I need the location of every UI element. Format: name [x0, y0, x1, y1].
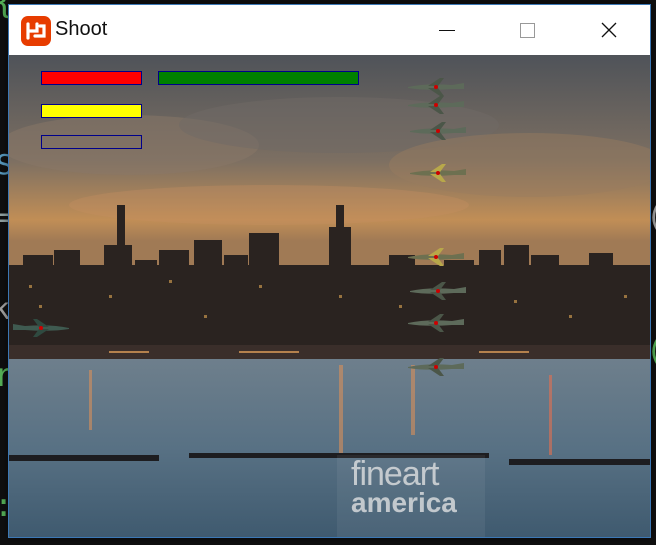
close-button[interactable]: [569, 5, 649, 55]
fighter-plane-icon: [408, 78, 464, 96]
watermark-line2: america: [351, 487, 457, 518]
maximize-icon: [519, 22, 535, 38]
title-bar[interactable]: Shoot: [9, 5, 650, 55]
close-icon: [601, 22, 617, 38]
fighter-plane-icon: [410, 164, 466, 182]
fighter-plane-icon: [410, 282, 466, 300]
maximize-button[interactable]: [487, 5, 567, 55]
fighter-plane-icon: [408, 248, 464, 266]
yellow-bar: [41, 104, 142, 118]
fighter-plane-icon: [410, 122, 466, 140]
watermark: fineart america: [351, 457, 457, 517]
city-skyline-background: [9, 55, 650, 537]
green-bar: [158, 71, 359, 85]
fighter-plane-icon: [408, 314, 464, 332]
game-window: Shoot fineart america: [8, 4, 651, 538]
fighter-plane-icon: [408, 358, 464, 376]
minimize-button[interactable]: [407, 5, 487, 55]
minimize-icon: [439, 29, 455, 31]
watermark-line1: fineart: [351, 455, 439, 493]
player-plane-icon[interactable]: [11, 318, 71, 338]
window-title: Shoot: [55, 18, 108, 40]
fighter-plane-icon: [408, 96, 464, 114]
game-canvas[interactable]: fineart america: [9, 55, 650, 537]
empty-bar: [41, 135, 142, 149]
red-bar: [41, 71, 142, 85]
monogame-logo-icon: [21, 16, 51, 46]
